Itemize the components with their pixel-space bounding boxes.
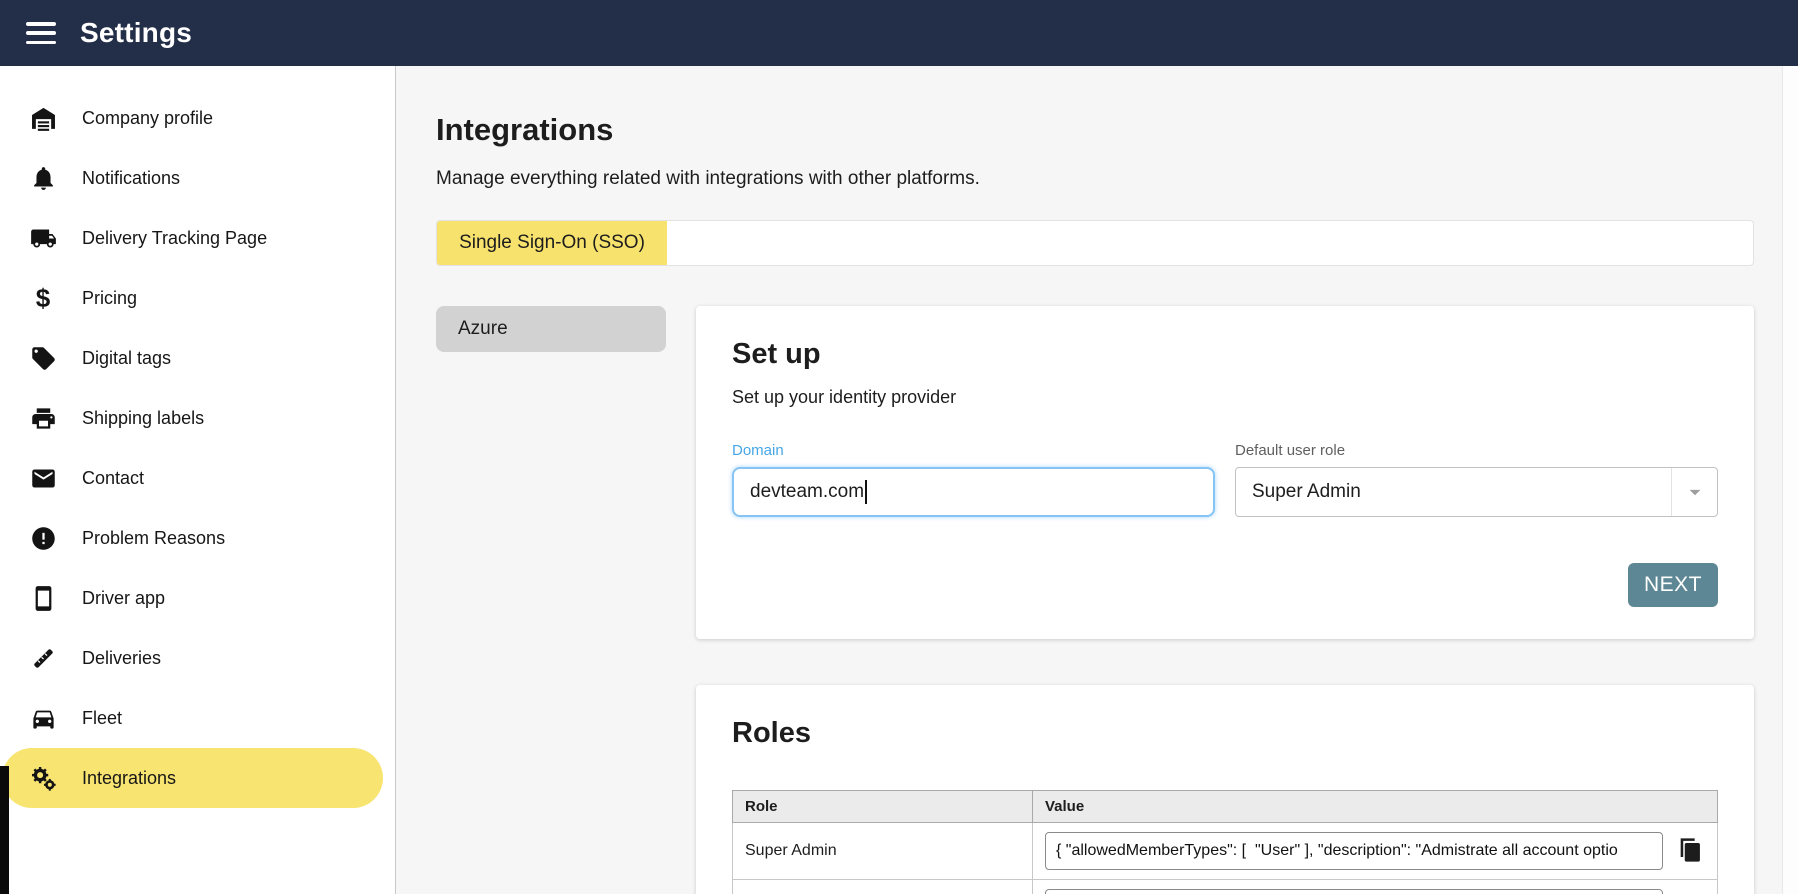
setup-card: Set up Set up your identity provider Dom… — [696, 306, 1754, 639]
role-name-cell: Super Admin — [733, 823, 1033, 880]
sidebar-item-label: Deliveries — [82, 648, 161, 669]
car-icon — [28, 703, 58, 733]
truck-icon — [28, 223, 58, 253]
provider-tab-azure[interactable]: Azure — [436, 306, 666, 352]
tab-single-sign-on[interactable]: Single Sign-On (SSO) — [437, 221, 667, 265]
sidebar-item-label: Problem Reasons — [82, 528, 225, 549]
smartphone-icon — [28, 583, 58, 613]
sidebar-item-label: Notifications — [82, 168, 180, 189]
integrations-page: Integrations Manage everything related w… — [396, 66, 1798, 894]
tag-icon — [28, 343, 58, 373]
hamburger-menu-icon[interactable] — [26, 22, 56, 44]
domain-input-value: devteam.com — [750, 481, 864, 503]
sidebar-item-label: Pricing — [82, 288, 137, 309]
sidebar-item-shipping-labels[interactable]: Shipping labels — [0, 388, 395, 448]
app-title: Settings — [80, 17, 192, 49]
default-role-value: Super Admin — [1252, 481, 1361, 503]
role-value-input[interactable] — [1045, 889, 1663, 894]
setup-card-title: Set up — [732, 338, 1718, 371]
integration-tabs-bar: Single Sign-On (SSO) — [436, 220, 1754, 266]
printer-icon — [28, 403, 58, 433]
page-title: Integrations — [436, 112, 1754, 148]
sidebar-item-label: Shipping labels — [82, 408, 204, 429]
ruler-icon — [28, 643, 58, 673]
sidebar-item-fleet[interactable]: Fleet — [0, 688, 395, 748]
sidebar-item-label: Integrations — [82, 768, 176, 789]
domain-label: Domain — [732, 442, 1215, 459]
copy-icon[interactable] — [1675, 836, 1705, 866]
role-name-cell: User — [733, 880, 1033, 894]
domain-field-group: Domain devteam.com — [732, 442, 1215, 517]
domain-input[interactable]: devteam.com — [732, 467, 1215, 517]
provider-tabs-column: Azure — [436, 306, 666, 352]
page-subtitle: Manage everything related with integrati… — [436, 168, 1754, 190]
roles-card-title: Roles — [732, 717, 1718, 750]
role-value-input[interactable] — [1045, 832, 1663, 870]
chevron-down-icon — [1671, 468, 1717, 516]
sidebar-item-delivery-tracking[interactable]: Delivery Tracking Page — [0, 208, 395, 268]
sidebar-item-deliveries[interactable]: Deliveries — [0, 628, 395, 688]
sidebar-item-integrations[interactable]: Integrations — [2, 748, 383, 808]
sidebar-scrollbar-thumb[interactable] — [0, 766, 9, 894]
sidebar-item-label: Digital tags — [82, 348, 171, 369]
sidebar-item-driver-app[interactable]: Driver app — [0, 568, 395, 628]
roles-table: Role Value Super Admin — [732, 790, 1718, 894]
dollar-icon: $ — [28, 283, 58, 313]
sidebar-item-pricing[interactable]: $ Pricing — [0, 268, 395, 328]
gears-icon — [28, 763, 58, 793]
sidebar-item-contact[interactable]: Contact — [0, 448, 395, 508]
sidebar-item-label: Company profile — [82, 108, 213, 129]
page-scrollbar[interactable] — [1782, 66, 1798, 894]
default-role-field-group: Default user role Super Admin — [1235, 442, 1718, 517]
bell-icon — [28, 163, 58, 193]
sidebar-item-label: Fleet — [82, 708, 122, 729]
table-row: User — [733, 880, 1718, 894]
roles-table-header-value: Value — [1033, 791, 1718, 823]
next-button[interactable]: NEXT — [1628, 563, 1718, 607]
default-role-select[interactable]: Super Admin — [1235, 467, 1718, 517]
error-icon — [28, 523, 58, 553]
sidebar-item-notifications[interactable]: Notifications — [0, 148, 395, 208]
garage-icon — [28, 103, 58, 133]
sidebar-item-label: Contact — [82, 468, 144, 489]
settings-sidebar: Company profile Notifications Delivery T… — [0, 66, 396, 894]
roles-card: Roles Role Value Super Admin — [696, 685, 1754, 894]
sidebar-item-digital-tags[interactable]: Digital tags — [0, 328, 395, 388]
sidebar-item-company-profile[interactable]: Company profile — [0, 88, 395, 148]
roles-table-header-role: Role — [733, 791, 1033, 823]
default-role-label: Default user role — [1235, 442, 1718, 459]
setup-card-subtitle: Set up your identity provider — [732, 387, 1718, 408]
envelope-icon — [28, 463, 58, 493]
top-bar: Settings — [0, 0, 1798, 66]
text-caret — [865, 480, 867, 504]
table-row: Super Admin — [733, 823, 1718, 880]
sidebar-item-problem-reasons[interactable]: Problem Reasons — [0, 508, 395, 568]
sidebar-item-label: Delivery Tracking Page — [82, 228, 267, 249]
sidebar-item-label: Driver app — [82, 588, 165, 609]
